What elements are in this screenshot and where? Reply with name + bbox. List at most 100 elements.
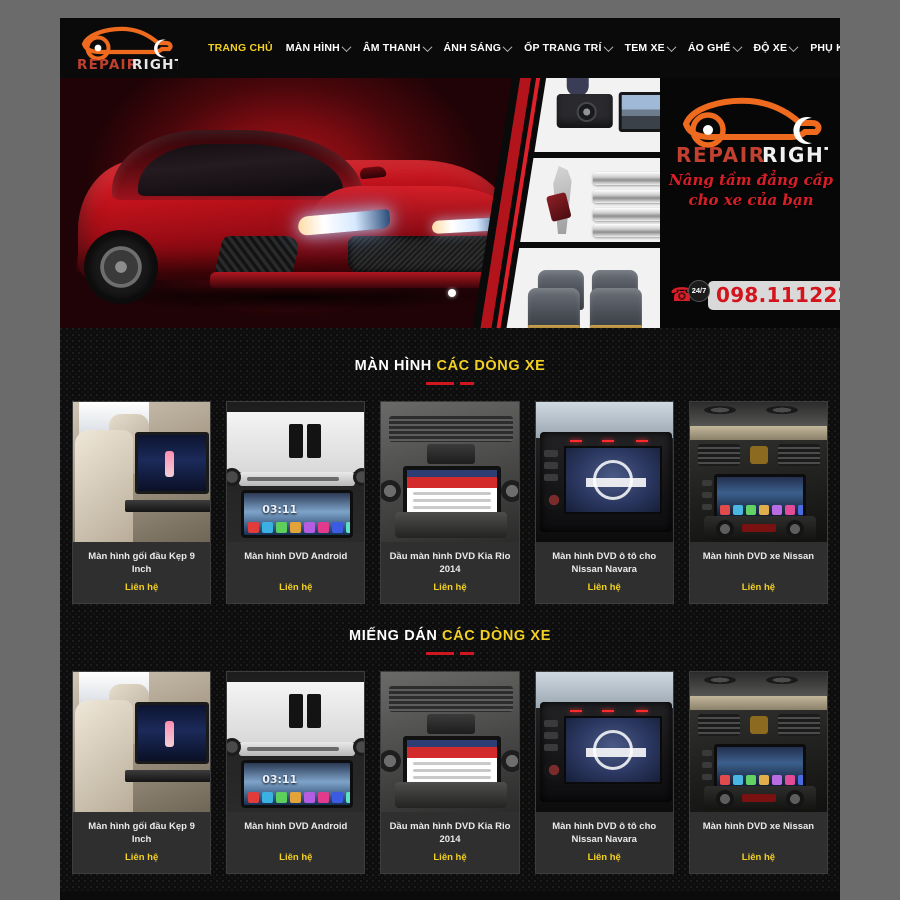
hero-slider[interactable]: REPAIR RIGHT Nâng tầm đẳng cấp cho xe củ… [60,78,840,328]
hero-slogan-line-1: Nâng tầm đẳng cấp [669,171,833,189]
nissan-dvd-image [535,672,673,812]
product-title: Màn hình DVD xe Nissan [702,821,815,832]
section-title-yellow: CÁC DÒNG XE [436,358,546,374]
gray-console-dvd-image [381,672,519,812]
product-price[interactable]: Liên hệ [696,582,821,593]
chevron-down-icon [422,41,432,52]
product-card[interactable]: Màn hình gối đầu Kẹp 9 Inch Liên hệ [72,401,212,604]
nav-item-phu-kien[interactable]: PHỤ KIỆN [810,42,840,54]
nav-label: ĐỘ XE [753,42,788,54]
product-title: Màn hình DVD Android [244,551,348,562]
product-card[interactable]: Màn hình gối đầu Kẹp 9 Inch Liên hệ [72,671,212,874]
nav-label: ÁO GHẾ [687,42,731,54]
screen-clock: 03:11 [262,773,298,786]
product-image [73,672,211,812]
hero-slogan: Nâng tầm đẳng cấp cho xe của bạn [668,170,834,210]
section-title-man-hinh: MÀN HÌNH CÁC DÒNG XE [60,358,840,374]
product-card[interactable]: Dầu màn hình DVD Kia Rio 2014 Liên hệ [380,401,520,604]
white-dash-dvd-image: 03:11 [227,672,365,812]
section-title-white: MÀN HÌNH [354,358,432,374]
product-image [689,402,828,542]
nav-item-man-hinh[interactable]: MÀN HÌNH [285,41,352,54]
nav-item-am-thanh[interactable]: ÂM THANH [362,41,432,54]
screen-clock: 03:11 [262,503,298,516]
nissan-logo-icon [585,730,646,770]
svg-text:REPAIR: REPAIR [676,143,766,166]
product-price[interactable]: Liên hệ [233,852,358,863]
seat-cover [589,288,642,328]
support-badge: 24/7 [688,279,710,302]
nav-label: ÁNH SÁNG [443,42,502,54]
product-grid-mieng-dan: Màn hình gối đầu Kẹp 9 Inch Liên hệ 03:1… [60,671,840,874]
product-info: Màn hình DVD ô tô cho Nissan Navara Liên… [536,812,673,873]
product-info: Dầu màn hình DVD Kia Rio 2014 Liên hệ [381,542,518,603]
product-card[interactable]: Màn hình DVD xe Nissan Liên hệ [688,401,829,604]
chevron-down-icon [732,41,742,52]
gray-console-dvd-image [381,402,519,542]
product-title: Màn hình DVD xe Nissan [702,551,815,562]
svg-text:REPAIR: REPAIR [77,57,138,72]
product-card[interactable]: 03:11 Màn hình DVD Android Liên hệ [226,671,366,874]
product-card[interactable]: Màn hình DVD ô tô cho Nissan Navara Liên… [534,671,674,874]
product-title: Màn hình gối đầu Kẹp 9 Inch [88,551,195,575]
product-card[interactable]: 03:11 Màn hình DVD Android Liên hệ [226,401,366,604]
nav-label: TEM XE [624,42,665,54]
nav-item-op-trang-tri[interactable]: ỐP TRANG TRÍ [524,41,614,54]
section-title-mieng-dan: MIẾNG DÁN CÁC DÒNG XE [60,628,840,644]
site-header: REPAIR RIGHT TRANG CHỦ MÀN HÌNH ÂM THANH… [60,18,840,78]
nav-item-ao-ghe[interactable]: ÁO GHẾ [687,41,742,54]
product-info: Màn hình DVD xe Nissan Liên hệ [690,542,827,603]
repair-right-logo-icon: REPAIR RIGHT [77,26,178,72]
svg-text:RIGHT: RIGHT [762,143,828,166]
svg-text:RIGHT: RIGHT [132,57,178,72]
product-card[interactable]: Màn hình DVD xe Nissan Liên hệ [688,671,829,874]
slider-indicator-dot[interactable] [448,289,456,297]
product-info: Dầu màn hình DVD Kia Rio 2014 Liên hệ [381,812,518,873]
chevron-down-icon [341,41,352,52]
product-image [381,402,519,542]
product-card[interactable]: Màn hình DVD ô tô cho Nissan Navara Liên… [534,401,674,604]
chevron-down-icon [502,41,513,52]
nav-label: ÂM THANH [362,42,421,54]
nav-label: MÀN HÌNH [285,42,340,54]
product-image [535,402,673,542]
product-price[interactable]: Liên hệ [79,582,204,593]
nav-label: ỐP TRANG TRÍ [524,42,602,54]
section-divider [60,652,840,655]
nissan-logo-icon [585,460,646,500]
product-image [381,672,519,812]
section-divider [60,382,840,385]
nav-item-anh-sang[interactable]: ÁNH SÁNG [443,41,513,54]
section-title-yellow: CÁC DÒNG XE [442,628,551,644]
product-info: Màn hình DVD xe Nissan Liên hệ [690,812,827,873]
white-dash-dvd-image: 03:11 [227,402,365,542]
dark-dash-android-image [689,672,828,812]
hero-phone-block[interactable]: ☎ 24/7 098.1112222 [670,279,840,310]
product-price[interactable]: Liên hệ [387,582,512,593]
product-grid-man-hinh: Màn hình gối đầu Kẹp 9 Inch Liên hệ 03:1… [60,401,840,604]
seat-cover [527,288,580,328]
product-info: Màn hình gối đầu Kẹp 9 Inch Liên hệ [73,812,210,873]
product-price[interactable]: Liên hệ [233,582,358,593]
nav-item-tem-xe[interactable]: TEM XE [624,41,677,54]
chevron-down-icon [788,41,799,52]
nav-item-do-xe[interactable]: ĐỘ XE [753,41,799,54]
product-price[interactable]: Liên hệ [542,852,667,863]
product-info: Màn hình gối đầu Kẹp 9 Inch Liên hệ [73,542,210,603]
product-price[interactable]: Liên hệ [696,852,821,863]
main-content: MÀN HÌNH CÁC DÒNG XE Màn hình gối đầu Kẹ… [60,328,840,892]
product-price[interactable]: Liên hệ [542,582,667,593]
car-grille [348,236,498,272]
hero-phone-number[interactable]: 098.1112222 [708,281,840,310]
product-title: Màn hình DVD Android [244,821,348,832]
product-price[interactable]: Liên hệ [387,852,512,863]
product-image: 03:11 [227,402,365,542]
hero-repair-right-logo-icon: REPAIR RIGHT [676,97,828,166]
product-info: Màn hình DVD Android Liên hệ [227,542,364,603]
product-price[interactable]: Liên hệ [79,852,204,863]
product-image [535,672,673,812]
nav-item-trang-chu[interactable]: TRANG CHỦ [208,42,273,54]
product-image [73,402,211,542]
product-card[interactable]: Dầu màn hình DVD Kia Rio 2014 Liên hệ [380,671,520,874]
site-logo[interactable]: REPAIR RIGHT [74,24,178,72]
